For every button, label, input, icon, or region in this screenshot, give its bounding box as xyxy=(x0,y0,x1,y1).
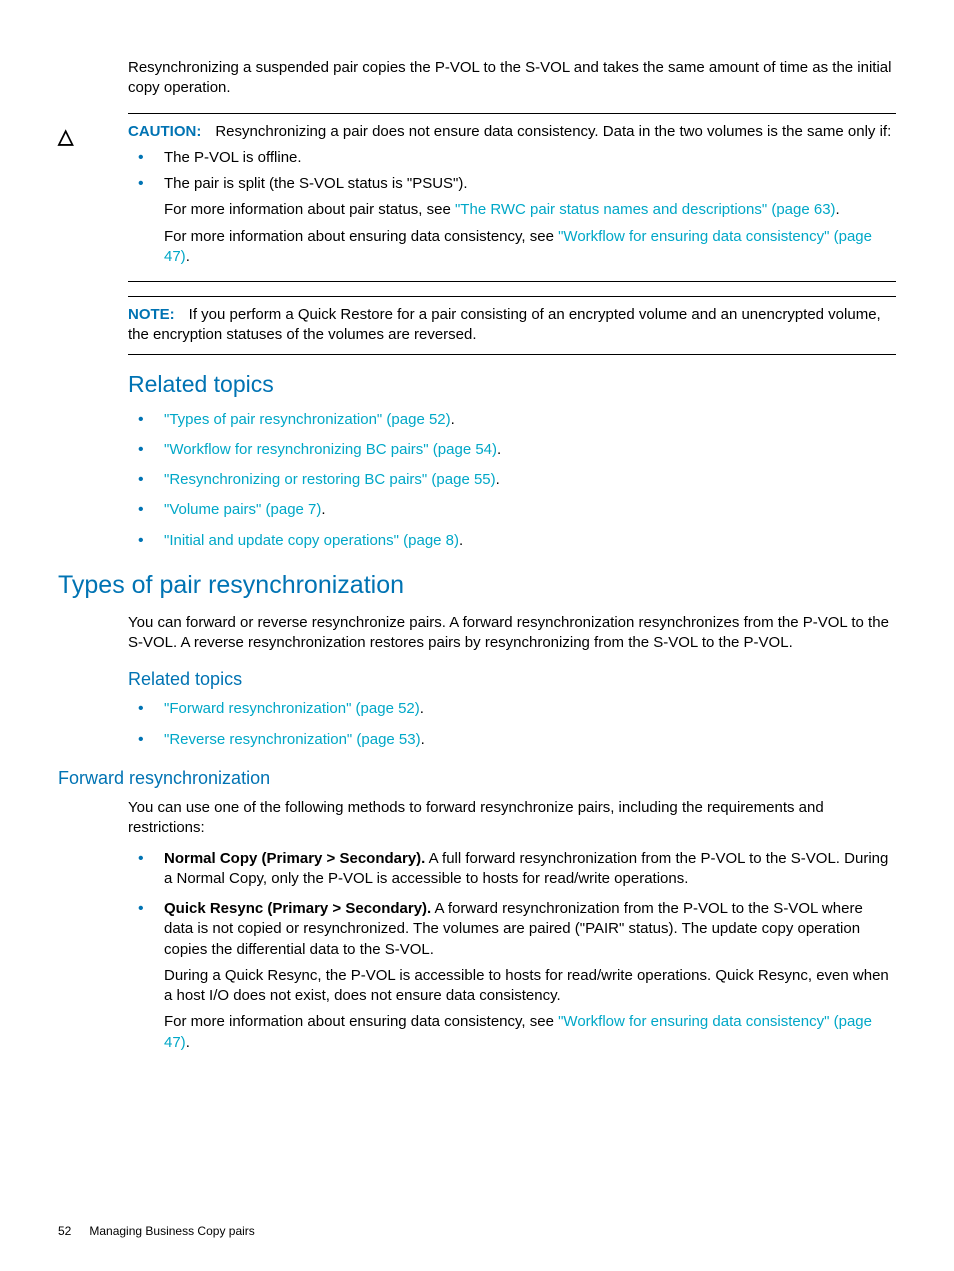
section-heading-types: Types of pair resynchronization xyxy=(58,569,896,603)
text: . xyxy=(497,441,501,458)
note-body: If you perform a Quick Restore for a pai… xyxy=(128,306,881,343)
link-forward-resync[interactable]: "Forward resynchronization" (page 52) xyxy=(164,700,420,717)
link-volume-pairs[interactable]: "Volume pairs" (page 7) xyxy=(164,501,321,518)
text: . xyxy=(836,201,840,218)
section-types-para: You can forward or reverse resynchronize… xyxy=(128,613,896,654)
caution-list: The P-VOL is offline. The pair is split … xyxy=(128,148,896,267)
divider xyxy=(128,354,896,355)
list-item: The pair is split (the S-VOL status is "… xyxy=(128,174,896,267)
text: For more information about ensuring data… xyxy=(164,1013,558,1030)
related-topics-heading: Related topics xyxy=(128,369,896,400)
section-heading-forward: Forward resynchronization xyxy=(58,766,896,790)
page-number: 52 xyxy=(58,1224,71,1238)
caution-callout: △ CAUTION:Resynchronizing a pair does no… xyxy=(58,122,896,274)
note-text: NOTE:If you perform a Quick Restore for … xyxy=(128,305,896,346)
link-resync-restore-bc[interactable]: "Resynchronizing or restoring BC pairs" … xyxy=(164,471,496,488)
related-topics-heading-2: Related topics xyxy=(128,667,896,691)
normal-copy-label: Normal Copy (Primary > Secondary). xyxy=(164,850,425,867)
list-item: "Volume pairs" (page 7). xyxy=(128,500,896,520)
caution-item-1: The P-VOL is offline. xyxy=(164,149,302,166)
quick-resync-p2: During a Quick Resync, the P-VOL is acce… xyxy=(164,966,896,1007)
page-footer: 52 Managing Business Copy pairs xyxy=(58,1223,255,1239)
text: . xyxy=(420,700,424,717)
related-topics-list-2: "Forward resynchronization" (page 52). "… xyxy=(128,699,896,750)
list-item: Quick Resync (Primary > Secondary). A fo… xyxy=(128,899,896,1053)
section-forward-para: You can use one of the following methods… xyxy=(128,798,896,839)
list-item: "Reverse resynchronization" (page 53). xyxy=(128,730,896,750)
text: For more information about ensuring data… xyxy=(164,228,558,245)
caution-lead: CAUTION:Resynchronizing a pair does not … xyxy=(128,122,896,142)
list-item: "Workflow for resynchronizing BC pairs" … xyxy=(128,440,896,460)
footer-title: Managing Business Copy pairs xyxy=(89,1224,254,1238)
list-item: "Resynchronizing or restoring BC pairs" … xyxy=(128,470,896,490)
text: . xyxy=(421,731,425,748)
caution-item-2: The pair is split (the S-VOL status is "… xyxy=(164,175,468,192)
note-callout: NOTE:If you perform a Quick Restore for … xyxy=(128,305,896,346)
caution-lead-text: Resynchronizing a pair does not ensure d… xyxy=(201,123,891,140)
text: . xyxy=(186,248,190,265)
list-item: Normal Copy (Primary > Secondary). A ful… xyxy=(128,849,896,890)
link-types-resync[interactable]: "Types of pair resynchronization" (page … xyxy=(164,411,451,428)
divider xyxy=(128,281,896,282)
text: . xyxy=(451,411,455,428)
text: . xyxy=(186,1034,190,1051)
list-item: "Types of pair resynchronization" (page … xyxy=(128,410,896,430)
list-item: "Forward resynchronization" (page 52). xyxy=(128,699,896,719)
related-topics-list-1: "Types of pair resynchronization" (page … xyxy=(128,410,896,551)
link-initial-update-copy[interactable]: "Initial and update copy operations" (pa… xyxy=(164,532,459,549)
text: . xyxy=(321,501,325,518)
caution-icon: △ xyxy=(58,122,128,151)
text: For more information about pair status, … xyxy=(164,201,455,218)
caution-item-2-sub2: For more information about ensuring data… xyxy=(164,227,896,268)
link-reverse-resync[interactable]: "Reverse resynchronization" (page 53) xyxy=(164,731,421,748)
divider xyxy=(128,113,896,114)
link-pair-status[interactable]: "The RWC pair status names and descripti… xyxy=(455,201,836,218)
text: . xyxy=(459,532,463,549)
divider xyxy=(128,296,896,297)
quick-resync-p3: For more information about ensuring data… xyxy=(164,1012,896,1053)
caution-item-2-sub1: For more information about pair status, … xyxy=(164,200,896,220)
quick-resync-label: Quick Resync (Primary > Secondary). xyxy=(164,900,431,917)
list-item: The P-VOL is offline. xyxy=(128,148,896,168)
forward-methods-list: Normal Copy (Primary > Secondary). A ful… xyxy=(128,849,896,1053)
link-workflow-resync-bc[interactable]: "Workflow for resynchronizing BC pairs" … xyxy=(164,441,497,458)
note-label: NOTE: xyxy=(128,306,175,323)
intro-paragraph: Resynchronizing a suspended pair copies … xyxy=(128,58,896,99)
text: . xyxy=(496,471,500,488)
list-item: "Initial and update copy operations" (pa… xyxy=(128,531,896,551)
caution-label: CAUTION: xyxy=(128,123,201,140)
